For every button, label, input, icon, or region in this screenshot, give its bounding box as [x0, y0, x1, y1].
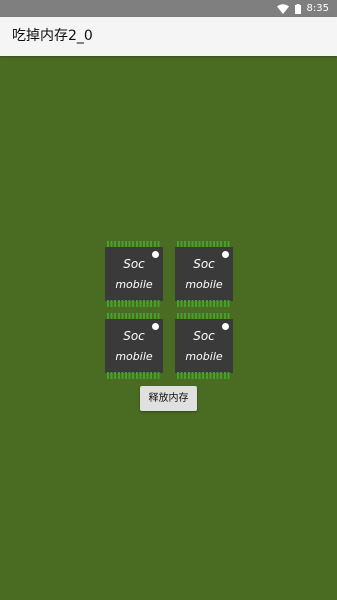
memory-chip: Soc mobile	[105, 241, 163, 307]
memory-chip: Soc mobile	[175, 241, 233, 307]
chip-pins	[177, 300, 231, 307]
chip-label-mobile: mobile	[185, 278, 223, 291]
status-icons: 8:35	[276, 0, 329, 17]
chip-label-mobile: mobile	[115, 278, 153, 291]
status-time: 8:35	[306, 3, 329, 14]
chip-label-soc: Soc	[193, 257, 215, 271]
chip-body: Soc mobile	[175, 319, 233, 373]
chip-label-mobile: mobile	[185, 350, 223, 363]
chip-label-soc: Soc	[123, 329, 145, 343]
chip-body: Soc mobile	[175, 247, 233, 301]
battery-icon	[294, 3, 301, 14]
chip-pins	[107, 300, 161, 307]
status-bar: 8:35	[0, 0, 337, 17]
chip-body: Soc mobile	[105, 247, 163, 301]
chip-pins	[177, 372, 231, 379]
wifi-icon	[276, 3, 289, 14]
chip-body: Soc mobile	[105, 319, 163, 373]
chip-label-soc: Soc	[123, 257, 145, 271]
chip-grid: Soc mobile Soc mobile Soc mobile Soc mob…	[105, 241, 233, 379]
chip-label-mobile: mobile	[115, 350, 153, 363]
memory-chip: Soc mobile	[105, 313, 163, 379]
chip-pins	[107, 372, 161, 379]
chip-label-soc: Soc	[193, 329, 215, 343]
app-bar: 吃掉内存2_0	[0, 17, 337, 56]
page-title: 吃掉内存2_0	[12, 28, 93, 44]
release-memory-button[interactable]: 释放内存	[140, 386, 197, 411]
memory-chip: Soc mobile	[175, 313, 233, 379]
